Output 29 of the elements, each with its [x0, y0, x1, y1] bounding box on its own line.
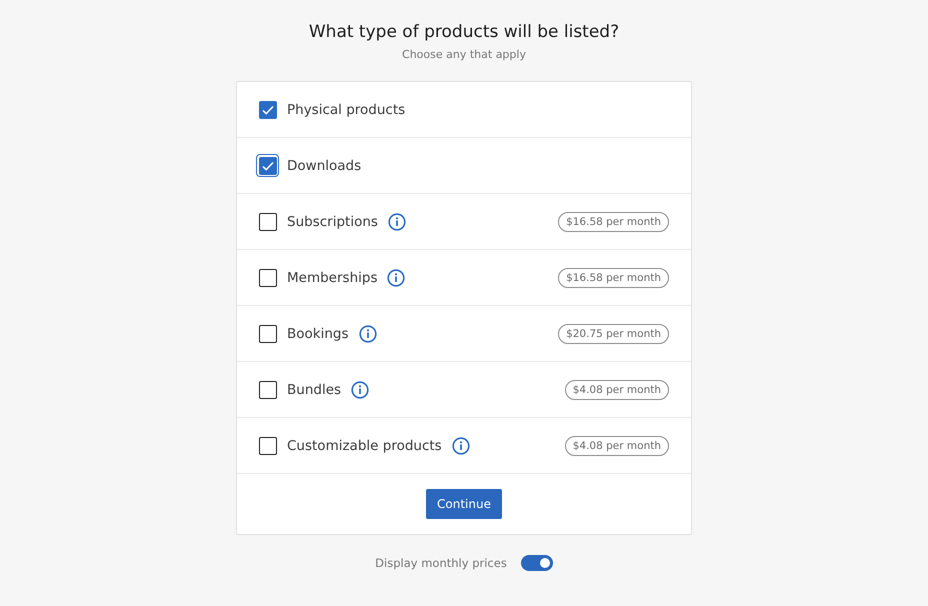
- price-tag: $16.58 per month: [558, 212, 669, 232]
- checkbox[interactable]: [256, 210, 279, 233]
- info-icon[interactable]: [388, 212, 406, 230]
- option-label: Physical products: [287, 102, 406, 118]
- toggle-label: Display monthly prices: [375, 556, 507, 570]
- page-subtitle: Choose any that apply: [402, 48, 526, 61]
- checkbox[interactable]: [256, 434, 279, 457]
- option-label: Bundles: [287, 382, 342, 398]
- option-label: Subscriptions: [287, 214, 378, 230]
- checkbox[interactable]: [256, 154, 279, 177]
- info-icon[interactable]: [358, 324, 377, 342]
- option-label: Bookings: [287, 326, 349, 342]
- price-tag: $4.08 per month: [564, 436, 669, 456]
- price-tag: $16.58 per month: [558, 268, 669, 288]
- price-tag: $20.75 per month: [558, 324, 669, 344]
- info-icon[interactable]: [452, 436, 470, 454]
- option-label: Downloads: [287, 158, 362, 174]
- checkbox[interactable]: [256, 322, 279, 345]
- continue-button[interactable]: Continue: [426, 489, 502, 519]
- toggle-switch[interactable]: [520, 555, 553, 571]
- option-label: Memberships: [287, 270, 378, 286]
- page-title: What type of products will be listed?: [308, 22, 620, 42]
- price-tag: $4.08 per month: [564, 380, 669, 400]
- info-icon[interactable]: [351, 380, 370, 398]
- checkbox[interactable]: [256, 266, 279, 289]
- checkbox[interactable]: [256, 378, 279, 401]
- checkbox[interactable]: [256, 98, 279, 121]
- info-icon[interactable]: [387, 268, 406, 286]
- option-label: Customizable products: [287, 438, 442, 454]
